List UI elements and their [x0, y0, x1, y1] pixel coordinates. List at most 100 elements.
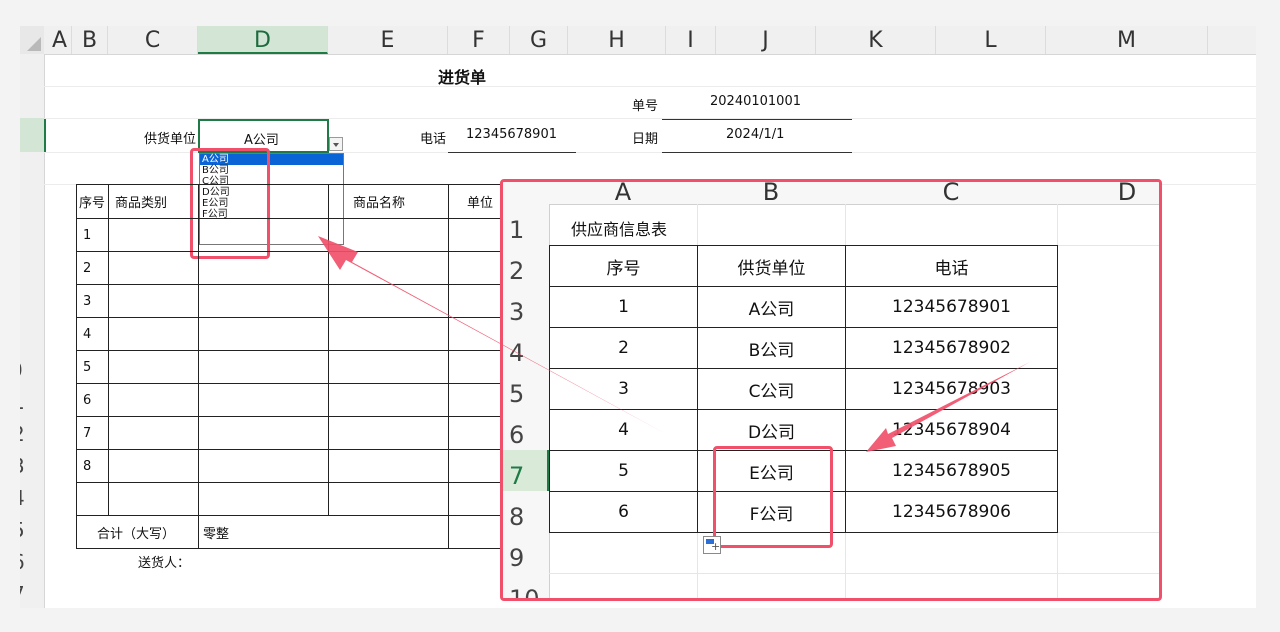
select-all-corner[interactable]: [20, 26, 44, 54]
supplier-index[interactable]: 5: [549, 450, 698, 492]
supplier-value: A公司: [244, 133, 279, 148]
row-header-bar: 0 1 2 3 4 5 6 7: [20, 54, 46, 608]
supplier-phone[interactable]: 12345678903: [845, 368, 1058, 410]
table-row: 8: [76, 449, 511, 483]
column-header-k[interactable]: K: [816, 26, 936, 54]
order-no-value[interactable]: 20240101001: [710, 94, 801, 109]
table-header: 商品类别: [108, 184, 199, 219]
table-row: 1: [76, 218, 511, 252]
row-index[interactable]: 7: [76, 416, 109, 450]
supplier-index[interactable]: 1: [549, 286, 698, 328]
supplier-name[interactable]: D公司: [697, 409, 846, 451]
column-header-bar: A B C D E F G H I J K L M: [20, 26, 1256, 55]
supplier-phone[interactable]: 12345678904: [845, 409, 1058, 451]
table-header: [198, 184, 329, 219]
panel-row-number[interactable]: 6: [509, 421, 524, 449]
column-header-d[interactable]: D: [198, 26, 328, 54]
row-number[interactable]: 3: [20, 454, 36, 478]
panel-column-header-c[interactable]: C: [845, 182, 1057, 206]
supplier-label: 供货单位: [144, 132, 197, 147]
supplier-phone[interactable]: 12345678902: [845, 327, 1058, 369]
panel-row-number[interactable]: 4: [509, 339, 524, 367]
column-header-c[interactable]: C: [108, 26, 198, 54]
column-header-a[interactable]: A: [48, 26, 72, 54]
supplier-index[interactable]: 2: [549, 327, 698, 369]
supplier-index[interactable]: 6: [549, 491, 698, 533]
panel-column-header-a[interactable]: A: [549, 182, 697, 206]
row-index[interactable]: [76, 482, 109, 516]
panel-row-number[interactable]: 5: [509, 380, 524, 408]
supplier-index[interactable]: 4: [549, 409, 698, 451]
column-header-i[interactable]: I: [666, 26, 716, 54]
supplier-phone[interactable]: 12345678905: [845, 450, 1058, 492]
table-row: 7: [76, 416, 511, 450]
table-row: 6: [76, 383, 511, 417]
column-header-f[interactable]: F: [448, 26, 510, 54]
row-index[interactable]: 6: [76, 383, 109, 417]
row-index[interactable]: 4: [76, 317, 109, 351]
dropdown-arrow-icon[interactable]: [329, 137, 343, 151]
panel-column-header-bar: A B C D: [503, 182, 1159, 206]
supplier-index[interactable]: 3: [549, 368, 698, 410]
supplier-table-header: 供货单位: [697, 245, 846, 287]
panel-column-header-b[interactable]: B: [697, 182, 845, 206]
table-row: 3 C公司 12345678903: [549, 368, 1058, 410]
supplier-table-header: 序号: [549, 245, 698, 287]
panel-row-number[interactable]: 7: [509, 462, 524, 490]
panel-row-number[interactable]: 3: [509, 298, 524, 326]
column-header-h[interactable]: H: [568, 26, 666, 54]
selected-row-indicator: [20, 118, 46, 152]
table-row: [76, 482, 511, 516]
paste-options-icon[interactable]: [703, 536, 721, 554]
column-header-l[interactable]: L: [936, 26, 1046, 54]
table-row: 1 A公司 12345678901: [549, 286, 1058, 328]
supplier-name[interactable]: B公司: [697, 327, 846, 369]
panel-column-header-d[interactable]: D: [1057, 182, 1159, 206]
row-index[interactable]: 3: [76, 284, 109, 318]
table-header: 序号: [76, 184, 109, 219]
new-supplier-highlight-box: [713, 446, 833, 548]
supplier-name[interactable]: A公司: [697, 286, 846, 328]
table-row: 4: [76, 317, 511, 351]
panel-row-number[interactable]: 9: [509, 544, 524, 572]
column-header-m[interactable]: M: [1046, 26, 1208, 54]
panel-row-number[interactable]: 1: [509, 216, 524, 244]
panel-title: 供应商信息表: [571, 220, 668, 239]
delivery-label: 送货人：: [138, 556, 191, 571]
total-value[interactable]: 零整: [198, 515, 449, 549]
row-number[interactable]: 2: [20, 422, 36, 446]
row-index[interactable]: 1: [76, 218, 109, 252]
panel-row-header-bar: 1 2 3 4 5 6 7 8 9 10: [503, 204, 550, 598]
column-header-j[interactable]: J: [716, 26, 816, 54]
panel-row-number[interactable]: 2: [509, 257, 524, 285]
row-number[interactable]: 5: [20, 518, 36, 542]
row-number[interactable]: 0: [20, 358, 34, 382]
row-number[interactable]: 6: [20, 550, 36, 574]
row-number[interactable]: 4: [20, 486, 36, 510]
supplier-phone[interactable]: 12345678906: [845, 491, 1058, 533]
supplier-phone[interactable]: 12345678901: [845, 286, 1058, 328]
date-value[interactable]: 2024/1/1: [726, 127, 784, 142]
page-title: 进货单: [438, 68, 487, 87]
phone-value[interactable]: 12345678901: [466, 127, 557, 142]
row-number[interactable]: 1: [20, 390, 36, 414]
spreadsheet: A B C D E F G H I J K L M 0 1 2 3 4 5 6 …: [20, 26, 1256, 608]
column-header-e[interactable]: E: [328, 26, 448, 54]
panel-row-number[interactable]: 8: [509, 503, 524, 531]
order-no-label: 单号: [632, 99, 659, 114]
row-index[interactable]: 2: [76, 251, 109, 285]
row-index[interactable]: 8: [76, 449, 109, 483]
phone-label: 电话: [420, 132, 447, 147]
row-index[interactable]: 5: [76, 350, 109, 384]
panel-row-number[interactable]: 10: [509, 585, 540, 598]
table-row: 2: [76, 251, 511, 285]
supplier-name[interactable]: C公司: [697, 368, 846, 410]
row-number[interactable]: 7: [20, 582, 36, 606]
table-row: 3: [76, 284, 511, 318]
table-row: 5: [76, 350, 511, 384]
supplier-info-panel: A B C D 1 2 3 4 5 6 7 8 9 10 供应商信息表 序号 供…: [500, 179, 1162, 601]
supplier-table-header: 电话: [845, 245, 1058, 287]
column-header-b[interactable]: B: [72, 26, 108, 54]
table-row: 2 B公司 12345678902: [549, 327, 1058, 369]
column-header-g[interactable]: G: [510, 26, 568, 54]
